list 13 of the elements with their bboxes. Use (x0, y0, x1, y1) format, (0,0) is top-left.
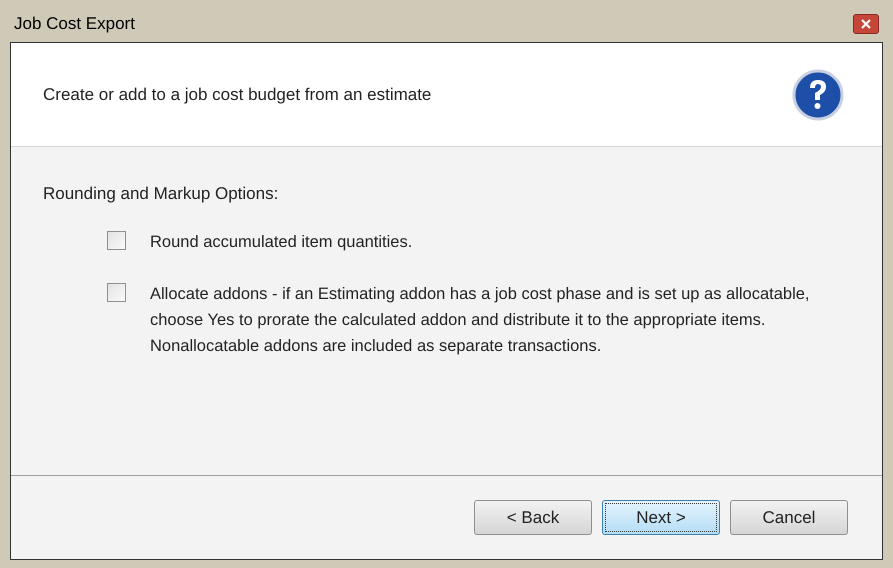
dialog-button[interactable]: Cancel (730, 500, 848, 535)
dialog-button[interactable]: < Back (474, 500, 592, 535)
close-icon (861, 19, 871, 29)
close-button[interactable] (853, 14, 879, 34)
option-label: Round accumulated item quantities. (150, 232, 412, 252)
help-icon[interactable] (792, 68, 844, 120)
dialog-button[interactable]: Next > (602, 500, 720, 535)
checkbox[interactable] (107, 282, 126, 302)
checkbox[interactable] (107, 230, 126, 250)
section-title: Rounding and Markup Options: (43, 183, 280, 205)
header-text: Create or add to a job cost budget from an estimate (43, 84, 432, 106)
window-title: Job Cost Export (14, 13, 135, 36)
option-label: Allocate addons - if an Estimating addon has a job cost phase and is set up as allocatable, choose Yes to prorate the calculated addon and distribute it to the appropriate items. Nonallocatable addons are included as separate transactions. (150, 284, 811, 356)
